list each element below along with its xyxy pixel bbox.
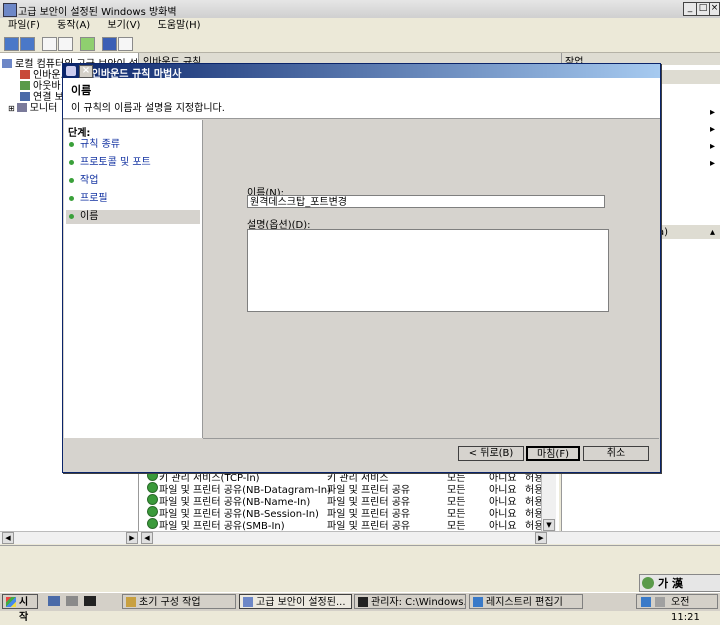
show-hide-tree-icon[interactable]: [58, 37, 73, 51]
submenu-arrow-icon[interactable]: ▸: [710, 124, 715, 135]
server-manager-icon[interactable]: [66, 596, 78, 606]
properties-icon[interactable]: [118, 37, 133, 51]
command-prompt-icon[interactable]: [84, 596, 96, 606]
registry-editor-icon: [473, 597, 483, 607]
dialog-heading: 이름: [71, 84, 92, 97]
maximize-button[interactable]: □: [696, 2, 710, 16]
submenu-arrow-icon[interactable]: ▸: [710, 158, 715, 169]
steps-header: 단계:: [68, 128, 91, 139]
step-name[interactable]: 이름: [66, 210, 200, 224]
minimize-button[interactable]: _: [683, 2, 697, 16]
table-row[interactable]: 파일 및 프린터 공유(NB-Name-In) 파일 및 프린터 공유 모든 아…: [145, 493, 555, 508]
scroll-left-icon[interactable]: ◀: [141, 532, 153, 544]
step-bullet-icon: [69, 178, 74, 183]
horizontal-scrollbar[interactable]: ◀ ▶ ◀ ▶: [0, 531, 720, 544]
taskbar-item-regedit[interactable]: 레지스트리 편집기: [469, 594, 583, 609]
forward-arrow-icon[interactable]: [20, 37, 35, 51]
submenu-arrow-icon[interactable]: ▸: [710, 141, 715, 152]
system-tray: 오전 11:21: [636, 594, 718, 623]
start-button[interactable]: 시작: [2, 594, 38, 623]
back-button[interactable]: < 뒤로(B): [458, 446, 524, 461]
step-bullet-icon: [69, 196, 74, 201]
new-inbound-rule-wizard: 새 인바운드 규칙 마법사 × 이름 이 규칙의 이름과 설명을 지정합니다. …: [62, 63, 661, 473]
taskbar: 시작 초기 구성 작업 고급 보안이 설정된... 관리자: C:\Window…: [0, 592, 720, 623]
firewall-icon: [2, 59, 12, 68]
step-bullet-icon: [69, 214, 74, 219]
menu-view[interactable]: 보기(V): [107, 20, 140, 31]
scroll-left-icon[interactable]: ◀: [2, 532, 14, 544]
status-bar: [0, 545, 720, 562]
firewall-icon: [243, 597, 253, 607]
table-row[interactable]: 파일 및 프린터 공유(NB-Datagram-In) 파일 및 프린터 공유 …: [145, 481, 555, 496]
dialog-header: 이름 이 규칙의 이름과 설명을 지정합니다.: [63, 78, 660, 119]
wizard-icon: [66, 66, 76, 76]
menu-bar: 파일(F) 동작(A) 보기(V) 도움말(H): [0, 18, 720, 33]
name-input[interactable]: 원격데스크탑_포트변경: [247, 195, 605, 208]
collapse-arrow-icon[interactable]: ▴: [710, 227, 715, 238]
table-row[interactable]: 파일 및 프린터 공유(NB-Session-In) 파일 및 프린터 공유 모…: [145, 505, 555, 520]
back-arrow-icon[interactable]: [4, 37, 19, 51]
menu-file[interactable]: 파일(F): [8, 20, 40, 31]
dialog-subheading: 이 규칙의 이름과 설명을 지정합니다.: [71, 103, 225, 114]
export-icon[interactable]: [80, 37, 95, 51]
step-protocol-port[interactable]: 프로토콜 및 포트: [66, 156, 200, 170]
help-icon[interactable]: [102, 37, 117, 51]
input-method-icon[interactable]: [642, 577, 654, 589]
menu-action[interactable]: 동작(A): [57, 20, 90, 31]
description-input[interactable]: [247, 229, 609, 312]
show-desktop-icon[interactable]: [48, 596, 60, 606]
taskbar-item-initial-config[interactable]: 초기 구성 작업: [122, 594, 236, 609]
rule-enabled-icon: [147, 482, 158, 493]
step-bullet-icon: [69, 142, 74, 147]
windows-logo-icon: [6, 597, 16, 607]
table-row[interactable]: 파일 및 프린터 공유(SMB-In) 파일 및 프린터 공유 모든 아니요 허…: [145, 517, 555, 532]
monitoring-icon: [16, 103, 27, 112]
command-prompt-icon: [358, 597, 368, 607]
toolbar: [0, 34, 720, 53]
scroll-down-icon[interactable]: ▼: [543, 519, 555, 531]
submenu-arrow-icon[interactable]: ▸: [710, 107, 715, 118]
step-bullet-icon: [69, 160, 74, 165]
rules-vertical-scrollbar[interactable]: ▼: [541, 469, 556, 531]
cancel-button[interactable]: 취소: [583, 446, 649, 461]
menu-help[interactable]: 도움말(H): [158, 20, 201, 31]
up-folder-icon[interactable]: [42, 37, 57, 51]
language-bar[interactable]: 가 漢: [639, 574, 720, 592]
config-tasks-icon: [126, 597, 136, 607]
rule-enabled-icon: [147, 518, 158, 529]
dialog-title-bar[interactable]: 새 인바운드 규칙 마법사 ×: [63, 64, 660, 80]
step-profile[interactable]: 프로필: [66, 192, 200, 206]
taskbar-item-cmd[interactable]: 관리자: C:\Windows...: [354, 594, 466, 609]
scroll-right-icon[interactable]: ▶: [535, 532, 547, 544]
rule-enabled-icon: [147, 494, 158, 505]
wizard-steps: 단계: 규칙 종류 프로토콜 및 포트 작업 프로필 이름: [64, 120, 203, 438]
firewall-icon: [3, 3, 17, 17]
network-icon[interactable]: [641, 597, 651, 607]
button-separator: [203, 438, 659, 439]
tree-item-monitoring[interactable]: ⊞ 모니터: [8, 99, 57, 114]
finish-button[interactable]: 마침(F): [526, 446, 580, 461]
main-title-bar[interactable]: 고급 보안이 설정된 Windows 방화벽 _ □ ×: [0, 0, 720, 19]
scroll-right-icon[interactable]: ▶: [126, 532, 138, 544]
clock[interactable]: 오전 11:21: [671, 595, 717, 625]
dialog-close-button[interactable]: ×: [79, 65, 93, 78]
rule-enabled-icon: [147, 506, 158, 517]
step-action[interactable]: 작업: [66, 174, 200, 188]
expand-plus-icon[interactable]: ⊞: [8, 104, 15, 113]
window-title: 고급 보안이 설정된 Windows 방화벽: [18, 7, 177, 18]
volume-icon[interactable]: [655, 597, 665, 607]
close-button[interactable]: ×: [709, 2, 720, 16]
taskbar-item-firewall[interactable]: 고급 보안이 설정된...: [239, 594, 352, 609]
step-rule-type[interactable]: 규칙 종류: [66, 138, 200, 152]
